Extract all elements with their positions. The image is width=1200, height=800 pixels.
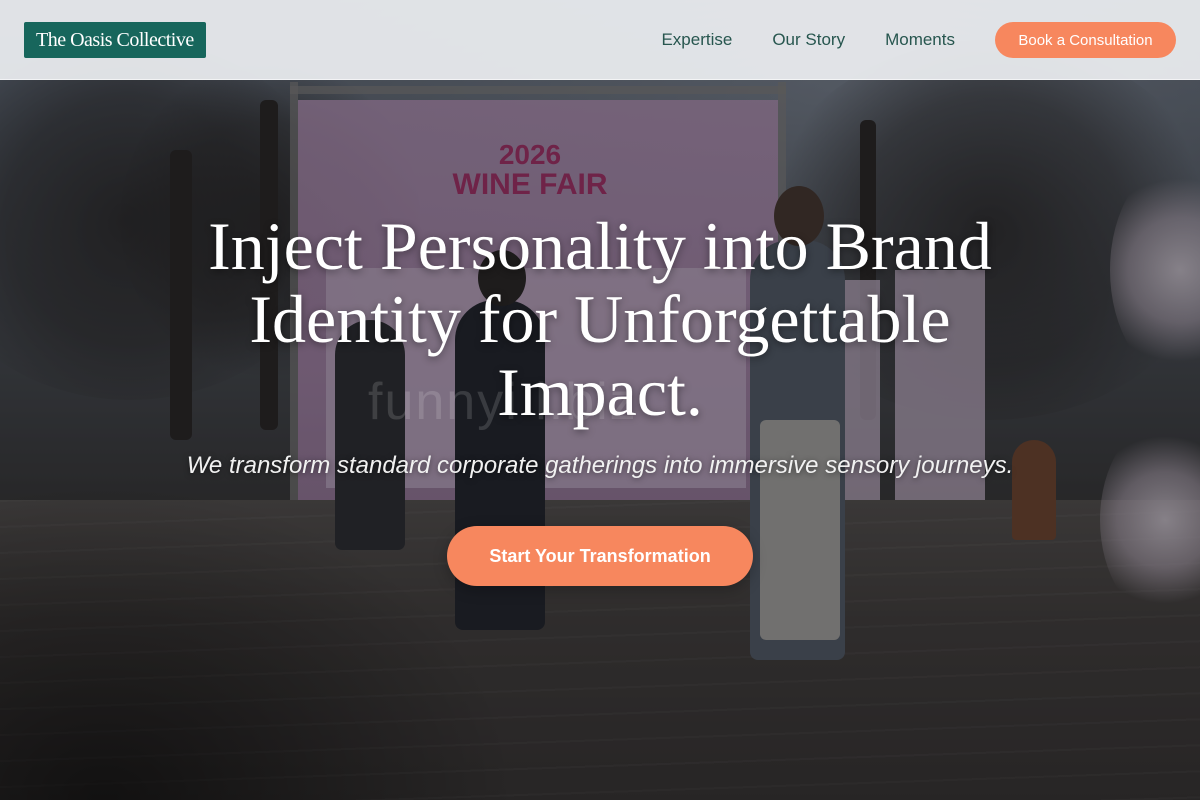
nav-link-moments[interactable]: Moments (885, 30, 955, 50)
hero-vignette (0, 480, 520, 800)
hero-subtitle: We transform standard corporate gatherin… (186, 452, 1014, 479)
main-nav: Expertise Our Story Moments (661, 0, 955, 80)
nav-link-our-story[interactable]: Our Story (772, 30, 845, 50)
nav-link-expertise[interactable]: Expertise (661, 30, 732, 50)
book-consultation-button[interactable]: Book a Consultation (995, 22, 1176, 58)
start-transformation-button[interactable]: Start Your Transformation (447, 526, 753, 586)
hero-section: Inject Personality into Brand Identity f… (0, 210, 1200, 481)
brand-logo[interactable]: The Oasis Collective (24, 22, 206, 58)
landing-page: 2026 WINE FAIR funnyi l.biz The Oasis Co… (0, 0, 1200, 800)
site-header: The Oasis Collective Expertise Our Story… (0, 0, 1200, 80)
hero-title: Inject Personality into Brand Identity f… (208, 208, 992, 430)
